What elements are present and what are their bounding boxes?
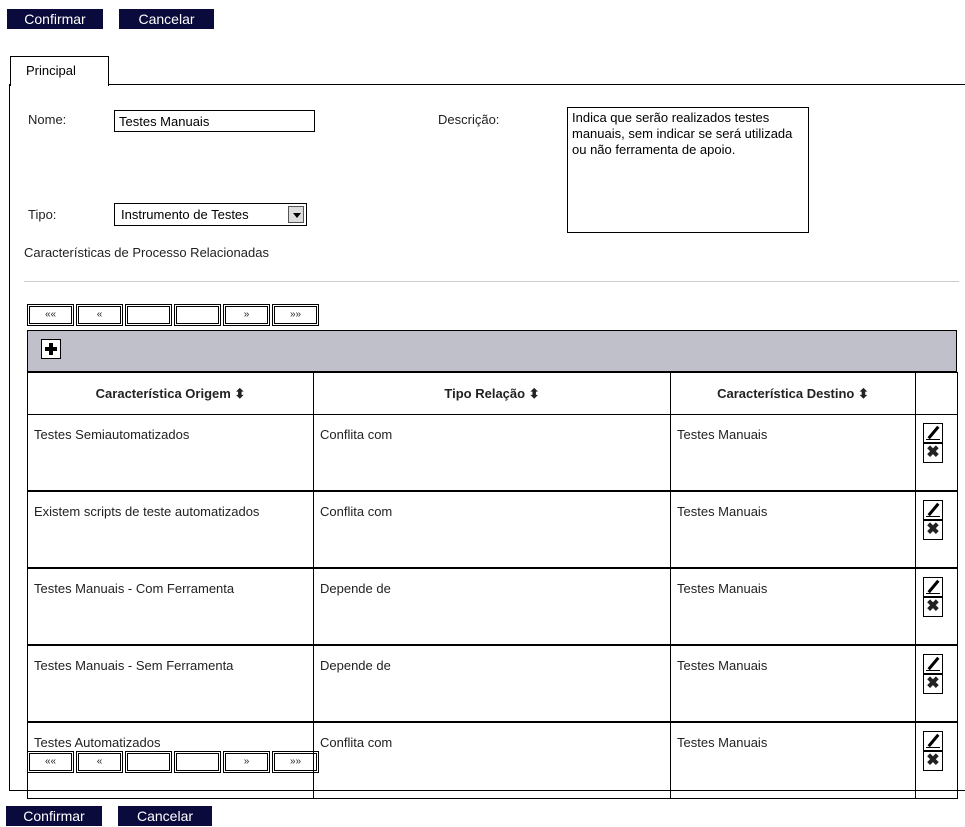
- pencil-icon[interactable]: [923, 654, 943, 674]
- cell-destino: Testes Manuais: [670, 567, 916, 646]
- cell-destino: Testes Manuais: [670, 490, 916, 569]
- cell-origem: Testes Manuais - Sem Ferramenta: [27, 644, 314, 723]
- pencil-icon[interactable]: [923, 500, 943, 520]
- pencil-icon[interactable]: [923, 423, 943, 443]
- pager-first-button[interactable]: ««: [27, 751, 74, 773]
- cell-destino: Testes Manuais: [670, 414, 916, 492]
- tab-principal[interactable]: Principal: [10, 56, 109, 86]
- tipo-select-value: Instrumento de Testes: [121, 207, 249, 222]
- pager-first-button[interactable]: ««: [27, 304, 74, 326]
- pager-top: «« « » »»: [27, 304, 321, 326]
- x-icon[interactable]: ✖: [923, 751, 943, 771]
- table-row: Testes Semiautomatizados Conflita com Te…: [27, 414, 958, 492]
- cell-tipo: Depende de: [313, 644, 671, 723]
- pager-last-button[interactable]: »»: [272, 751, 319, 773]
- pager-bottom: «« « » »»: [27, 751, 321, 773]
- pager-next-button[interactable]: »: [223, 751, 270, 773]
- pencil-icon[interactable]: [923, 577, 943, 597]
- pager-next-button[interactable]: »: [223, 304, 270, 326]
- cancel-button-top[interactable]: Cancelar: [119, 9, 214, 29]
- cancel-button-bottom[interactable]: Cancelar: [118, 806, 212, 826]
- cell-origem: Testes Semiautomatizados: [27, 414, 314, 492]
- pager-prev-button[interactable]: «: [76, 304, 123, 326]
- confirm-button-top[interactable]: Confirmar: [7, 9, 103, 29]
- cell-actions: ✖: [915, 414, 958, 492]
- cell-tipo: Depende de: [313, 567, 671, 646]
- table-row: Testes Manuais - Sem Ferramenta Depende …: [27, 644, 958, 723]
- cell-actions: ✖: [915, 490, 958, 569]
- nome-input[interactable]: Testes Manuais: [114, 110, 315, 132]
- relations-table: Característica Origem ⬍ Tipo Relação ⬍ C…: [27, 372, 958, 799]
- divider: [24, 281, 959, 282]
- column-header-tipo[interactable]: Tipo Relação ⬍: [313, 372, 671, 415]
- grid-toolbar: [27, 330, 957, 372]
- cell-actions: ✖: [915, 567, 958, 646]
- descricao-textarea[interactable]: Indica que serão realizados testes manua…: [567, 107, 809, 233]
- nome-label: Nome:: [28, 112, 67, 127]
- tipo-label: Tipo:: [28, 207, 57, 222]
- plus-icon[interactable]: [41, 339, 61, 359]
- column-header-origem[interactable]: Característica Origem ⬍: [27, 372, 314, 415]
- column-header-destino[interactable]: Característica Destino ⬍: [670, 372, 916, 415]
- x-icon[interactable]: ✖: [923, 597, 943, 617]
- table-row: Existem scripts de teste automatizados C…: [27, 490, 958, 569]
- pager-page-1[interactable]: [125, 751, 172, 773]
- cell-tipo: Conflita com: [313, 490, 671, 569]
- pager-page-2[interactable]: [174, 751, 221, 773]
- pager-prev-button[interactable]: «: [76, 751, 123, 773]
- pager-last-button[interactable]: »»: [272, 304, 319, 326]
- chevron-down-icon[interactable]: [288, 206, 304, 223]
- pencil-icon[interactable]: [923, 731, 943, 751]
- descricao-label: Descrição:: [438, 112, 500, 127]
- tipo-select[interactable]: Instrumento de Testes: [114, 203, 307, 226]
- cell-origem: Testes Manuais - Com Ferramenta: [27, 567, 314, 646]
- cell-actions: ✖: [915, 721, 958, 799]
- section-title: Características de Processo Relacionadas: [24, 245, 269, 260]
- table-row: Testes Manuais - Com Ferramenta Depende …: [27, 567, 958, 646]
- x-icon[interactable]: ✖: [923, 520, 943, 540]
- x-icon[interactable]: ✖: [923, 674, 943, 694]
- pager-page-1[interactable]: [125, 304, 172, 326]
- cell-destino: Testes Manuais: [670, 721, 916, 799]
- cell-origem: Existem scripts de teste automatizados: [27, 490, 314, 569]
- cell-destino: Testes Manuais: [670, 644, 916, 723]
- confirm-button-bottom[interactable]: Confirmar: [6, 806, 102, 826]
- column-header-actions: [915, 372, 958, 415]
- cell-actions: ✖: [915, 644, 958, 723]
- x-icon[interactable]: ✖: [923, 443, 943, 463]
- pager-page-2[interactable]: [174, 304, 221, 326]
- cell-tipo: Conflita com: [313, 721, 671, 799]
- cell-tipo: Conflita com: [313, 414, 671, 492]
